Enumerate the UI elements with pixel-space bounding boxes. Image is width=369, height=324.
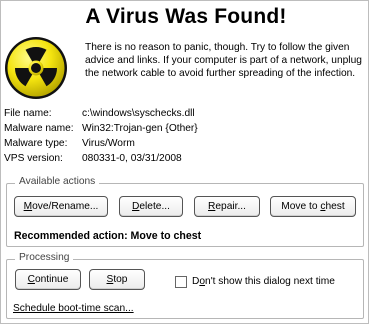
repair-label: epair... [215, 201, 246, 212]
move-rename-button[interactable]: Move/Rename... [14, 196, 108, 217]
virus-found-dialog: A Virus Was Found! There is no reason to… [0, 0, 369, 324]
continue-button[interactable]: Continue [15, 269, 81, 290]
processing-group: Processing Continue Stop Don't show this… [6, 252, 364, 319]
stop-button[interactable]: Stop [89, 269, 145, 290]
processing-title: Processing [15, 252, 74, 263]
malware-type-label: Malware type: [4, 138, 68, 149]
vps-version-label: VPS version: [4, 153, 63, 164]
move-rename-label: ove/Rename... [32, 201, 99, 212]
malware-name-label: Malware name: [4, 123, 74, 134]
radiation-hazard-icon [5, 37, 67, 99]
dont-show-checkbox-label[interactable]: Don't show this dialog next time [192, 276, 335, 287]
file-name-value: c:\windows\syschecks.dll [82, 108, 195, 119]
stop-label: top [113, 274, 128, 285]
move-rename-accesskey: M [23, 201, 33, 212]
malware-name-value: Win32:Trojan-gen {Other} [82, 123, 198, 134]
repair-button[interactable]: Repair... [194, 196, 260, 217]
move-to-chest-button[interactable]: Move to chest [270, 196, 356, 217]
vps-version-value: 080331-0, 03/31/2008 [82, 153, 182, 164]
delete-label: elete... [139, 201, 170, 212]
dialog-title: A Virus Was Found! [85, 5, 287, 28]
available-actions-group: Available actions Move/Rename... Delete.… [6, 176, 364, 247]
available-actions-title: Available actions [15, 176, 100, 187]
dont-show-checkbox[interactable] [175, 276, 187, 288]
schedule-boot-scan-link[interactable]: Schedule boot-time scan... [13, 303, 134, 314]
continue-accesskey: C [27, 274, 35, 285]
file-name-label: File name: [4, 108, 52, 119]
warning-message: There is no reason to panic, though. Try… [85, 42, 362, 79]
move-to-chest-label-end: hest [325, 201, 345, 212]
continue-label: ontinue [34, 274, 69, 285]
dont-show-label-end: n't show this dialog next time [205, 276, 335, 287]
recommended-action: Recommended action: Move to chest [14, 230, 202, 242]
malware-type-value: Virus/Worm [82, 138, 135, 149]
delete-button[interactable]: Delete... [119, 196, 183, 217]
move-to-chest-label-start: Move to [281, 201, 321, 212]
